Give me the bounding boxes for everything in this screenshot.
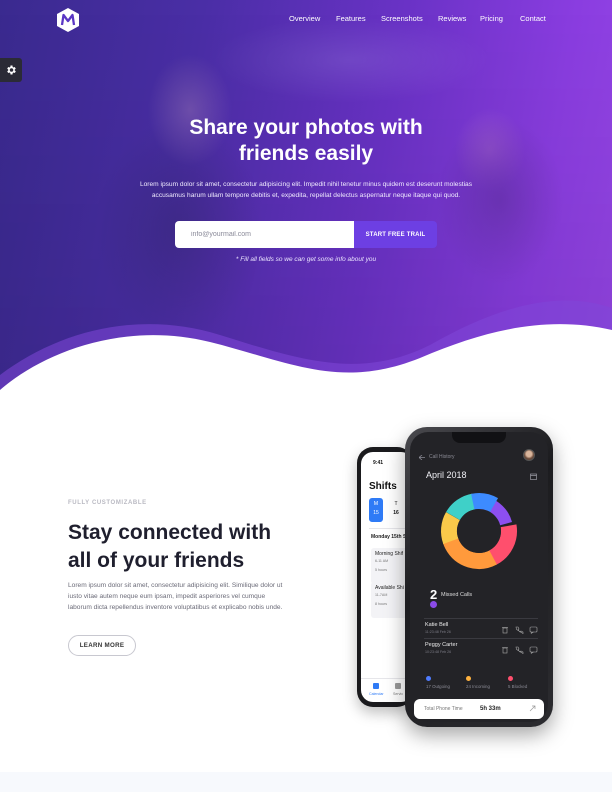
day-chip-selected[interactable]: M 15 xyxy=(369,498,383,522)
day-number: 15 xyxy=(373,510,379,516)
feature-title: Stay connected with all of your friends xyxy=(68,519,328,575)
settings-toggle[interactable] xyxy=(0,58,22,82)
divider xyxy=(424,618,538,619)
chat-icon[interactable] xyxy=(529,646,538,654)
contact-detail: 10:23:48 Feb 26 xyxy=(425,650,452,654)
hero-title-line2: friends easily xyxy=(238,142,374,165)
tab-calendar[interactable]: Calendar xyxy=(369,692,384,696)
total-time-label: Total Phone Time xyxy=(424,706,463,712)
outgoing-dot xyxy=(426,676,431,681)
call-history-header: Call History xyxy=(429,454,455,460)
missed-calls-label: Missed Calls xyxy=(441,592,473,598)
shift-hours: 8 hours xyxy=(375,602,387,606)
nav-features[interactable]: Features xyxy=(336,14,366,23)
total-phone-time-bar: Total Phone Time 5h 33m xyxy=(414,699,544,719)
shift-time: 11-7AM xyxy=(375,593,388,597)
total-time-value: 5h 33m xyxy=(480,705,501,712)
phone-notch xyxy=(452,432,506,443)
contact-name[interactable]: Katie Bell xyxy=(425,622,448,628)
nav-overview[interactable]: Overview xyxy=(289,14,320,23)
contact-name[interactable]: Peggy Carter xyxy=(425,642,457,648)
calendar-tab-icon[interactable] xyxy=(373,683,379,689)
stat-label: 17 Outgoing xyxy=(426,684,450,689)
missed-calls-count: 2 xyxy=(430,587,438,602)
start-free-trial-button[interactable]: START FREE TRAIL xyxy=(354,221,437,248)
nav-screenshots[interactable]: Screenshots xyxy=(381,14,423,23)
day-letter: T xyxy=(394,501,398,507)
month-title: April 2018 xyxy=(426,470,467,480)
contact-actions xyxy=(502,626,538,634)
calendar-icon[interactable] xyxy=(530,473,537,480)
phone-front-screen: Call History April 2018 2 Missed Calls K… xyxy=(410,432,548,722)
phone-icon[interactable] xyxy=(515,626,524,634)
phone-mockup-front: Call History April 2018 2 Missed Calls K… xyxy=(405,427,553,727)
tab-services[interactable]: Servic xyxy=(393,692,403,696)
missed-calls-indicator xyxy=(430,601,437,608)
stat-incoming: 24 Incoming xyxy=(466,676,490,689)
divider xyxy=(424,638,538,639)
shifts-title: Shifts xyxy=(369,481,397,492)
stat-blocked: 5 Blocked xyxy=(508,676,528,689)
chat-icon[interactable] xyxy=(529,626,538,634)
feature-description: Lorem ipsum dolor sit amet, consectetur … xyxy=(68,582,283,612)
phone-icon[interactable] xyxy=(515,646,524,654)
feature-eyebrow: FULLY CUSTOMIZABLE xyxy=(68,500,147,506)
hero-title: Share your photos with friends easily xyxy=(0,115,612,167)
services-tab-icon[interactable] xyxy=(395,683,401,689)
incoming-dot xyxy=(466,676,471,681)
back-arrow-icon[interactable] xyxy=(419,455,425,460)
feature-title-line2: all of your friends xyxy=(68,549,245,572)
trash-icon[interactable] xyxy=(502,627,508,634)
contact-detail: 11:23:48 Feb 26 xyxy=(425,630,451,634)
learn-more-button[interactable]: LEARN MORE xyxy=(68,635,136,656)
feature-title-line1: Stay connected with xyxy=(68,521,272,544)
date-header: Monday 15th S xyxy=(371,534,407,540)
logo-m-icon[interactable] xyxy=(56,7,80,33)
nav-contact[interactable]: Contact xyxy=(520,14,546,23)
form-note: * Fill all fields so we can get some inf… xyxy=(235,256,377,263)
hero-wave xyxy=(0,300,612,390)
hero-description: Lorem ipsum dolor sit amet, consectetur … xyxy=(139,181,473,199)
hero-title-line1: Share your photos with xyxy=(189,116,423,139)
day-chip[interactable]: T 16 xyxy=(389,498,403,522)
contact-actions xyxy=(502,646,538,654)
expand-icon[interactable] xyxy=(529,705,536,712)
gear-icon xyxy=(7,65,16,75)
stat-label: 5 Blocked xyxy=(508,684,528,689)
shift-time: 6-11 AM xyxy=(375,559,389,563)
trash-icon[interactable] xyxy=(502,647,508,654)
avatar[interactable] xyxy=(523,449,535,461)
blocked-dot xyxy=(508,676,513,681)
day-letter: M xyxy=(373,501,379,507)
shift-title: Available Shi xyxy=(375,585,404,591)
nav-pricing[interactable]: Pricing xyxy=(480,14,503,23)
stat-label: 24 Incoming xyxy=(466,684,490,689)
shift-hours: 5 hours xyxy=(375,568,387,572)
calls-donut-chart xyxy=(441,493,517,569)
email-input[interactable] xyxy=(175,221,355,248)
nav-reviews[interactable]: Reviews xyxy=(438,14,466,23)
day-number: 16 xyxy=(393,510,399,516)
next-section-strip xyxy=(0,772,612,792)
status-time: 9:41 xyxy=(373,460,384,466)
shift-title: Morning Shif xyxy=(375,551,404,557)
stat-outgoing: 17 Outgoing xyxy=(426,676,450,689)
signup-form: START FREE TRAIL xyxy=(175,221,437,248)
